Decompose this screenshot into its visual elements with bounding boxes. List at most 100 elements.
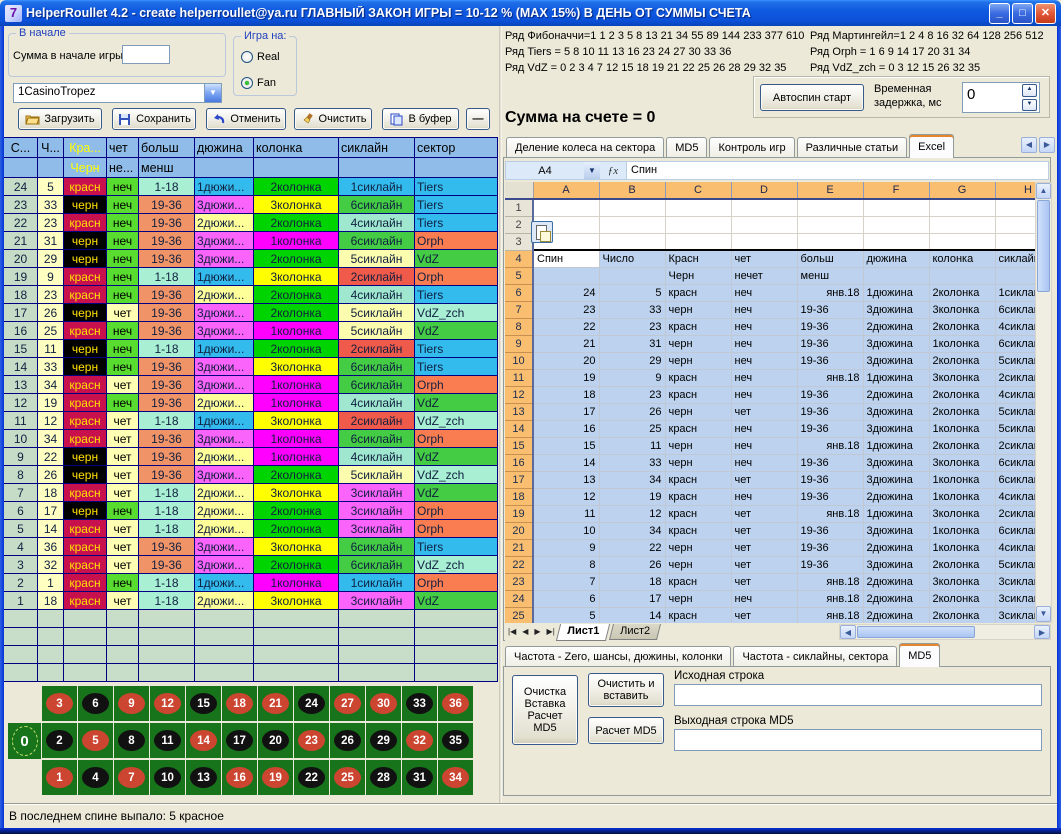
excel-cell[interactable]: красн [665, 522, 731, 539]
excel-cell[interactable]: 5сиклайн [995, 352, 1035, 369]
excel-cell[interactable]: 3сиклайн [995, 573, 1035, 590]
excel-cell[interactable]: 2сиклайн [995, 369, 1035, 386]
excel-cell[interactable]: 34 [599, 471, 665, 488]
maximize-button[interactable]: □ [1012, 3, 1033, 24]
row-header-15[interactable]: 15 [505, 437, 533, 454]
excel-cell[interactable]: 23 [599, 318, 665, 335]
sheet-tab-лист2[interactable]: Лист2 [609, 624, 661, 640]
excel-cell[interactable]: 19 [599, 488, 665, 505]
excel-cell[interactable]: 2колонка [929, 352, 995, 369]
roulette-number-15[interactable]: 15 [190, 693, 217, 714]
excel-cell[interactable]: красн [665, 471, 731, 488]
excel-cell[interactable]: 3дюжина [863, 471, 929, 488]
excel-cell[interactable]: чет [731, 403, 797, 420]
загрузить-button[interactable]: Загрузить [18, 108, 102, 130]
excel-cell[interactable]: неч [731, 301, 797, 318]
excel-cell[interactable]: Черн [665, 267, 731, 284]
vscroll-thumb[interactable] [1037, 200, 1050, 292]
excel-cell[interactable]: 19-36 [797, 556, 863, 573]
excel-cell[interactable]: черн [665, 539, 731, 556]
excel-cell[interactable]: 19-36 [797, 335, 863, 352]
excel-cell[interactable]: 2колонка [929, 318, 995, 335]
excel-cell[interactable]: красн [665, 420, 731, 437]
roulette-cell[interactable]: 26 [330, 723, 365, 758]
excel-cell[interactable]: 19-36 [797, 454, 863, 471]
excel-cell[interactable] [929, 216, 995, 233]
excel-cell[interactable]: 19-36 [797, 403, 863, 420]
excel-cell[interactable] [995, 267, 1035, 284]
row-header-16[interactable]: 16 [505, 454, 533, 471]
excel-cell[interactable]: 3колонка [929, 573, 995, 590]
spreadsheet-hscrollbar[interactable]: ◀ ▶ [839, 624, 1051, 640]
excel-cell[interactable]: чет [731, 250, 797, 267]
row-header-25[interactable]: 25 [505, 607, 533, 623]
excel-cell[interactable]: 6сиклайн [995, 301, 1035, 318]
excel-cell[interactable]: неч [731, 318, 797, 335]
roulette-number-33[interactable]: 33 [406, 693, 433, 714]
radio-fan-icon[interactable] [241, 77, 253, 89]
excel-cell[interactable]: неч [731, 369, 797, 386]
excel-cell[interactable]: 19-36 [797, 420, 863, 437]
excel-cell[interactable]: 10 [533, 522, 599, 539]
roulette-number-4[interactable]: 4 [82, 767, 109, 788]
radio-real-icon[interactable] [241, 51, 253, 63]
roulette-cell[interactable]: 22 [294, 760, 329, 795]
roulette-number-21[interactable]: 21 [262, 693, 289, 714]
excel-cell[interactable]: 2дюжина [863, 488, 929, 505]
excel-cell[interactable]: 22 [599, 539, 665, 556]
excel-cell[interactable]: 20 [533, 352, 599, 369]
roulette-number-25[interactable]: 25 [334, 767, 361, 788]
excel-cell[interactable]: 3дюжина [863, 556, 929, 573]
excel-cell[interactable]: 6сиклайн [995, 471, 1035, 488]
roulette-number-9[interactable]: 9 [118, 693, 145, 714]
roulette-cell[interactable]: 6 [78, 686, 113, 721]
excel-cell[interactable] [599, 199, 665, 216]
excel-cell[interactable]: 3колонка [929, 369, 995, 386]
tab-scroll-right-icon[interactable]: ▶ [1039, 137, 1055, 153]
excel-cell[interactable]: 3дюжина [863, 420, 929, 437]
roulette-cell[interactable]: 31 [402, 760, 437, 795]
excel-cell[interactable]: черн [665, 556, 731, 573]
row-header-22[interactable]: 22 [505, 556, 533, 573]
excel-cell[interactable]: 18 [533, 386, 599, 403]
excel-cell[interactable]: 22 [533, 318, 599, 335]
excel-cell[interactable]: 2сиклайн [995, 437, 1035, 454]
row-header-18[interactable]: 18 [505, 488, 533, 505]
excel-cell[interactable]: Число [599, 250, 665, 267]
excel-cell[interactable]: 1колонка [929, 335, 995, 352]
excel-cell[interactable] [599, 233, 665, 250]
excel-cell[interactable]: чет [731, 505, 797, 522]
excel-cell[interactable]: чет [731, 556, 797, 573]
excel-cell[interactable]: больш [797, 250, 863, 267]
row-header-17[interactable]: 17 [505, 471, 533, 488]
excel-cell[interactable]: 2колонка [929, 607, 995, 623]
name-box-dropdown-icon[interactable]: ▼ [584, 162, 600, 179]
freq-tab-2[interactable]: MD5 [899, 643, 940, 667]
excel-cell[interactable] [863, 199, 929, 216]
excel-cell[interactable]: красн [665, 284, 731, 301]
formula-value[interactable]: Спин [626, 162, 1048, 179]
excel-cell[interactable]: красн [665, 607, 731, 623]
excel-cell[interactable] [929, 199, 995, 216]
roulette-number-5[interactable]: 5 [82, 730, 109, 751]
excel-cell[interactable]: 5сиклайн [995, 420, 1035, 437]
excel-cell[interactable]: 3дюжина [863, 454, 929, 471]
roulette-number-1[interactable]: 1 [46, 767, 73, 788]
excel-cell[interactable]: 15 [533, 437, 599, 454]
в буфер-button[interactable]: В буфер [382, 108, 459, 130]
excel-cell[interactable]: 26 [599, 403, 665, 420]
excel-cell[interactable]: Спин [533, 250, 599, 267]
delay-spinner[interactable]: 0 ▲ ▼ [962, 82, 1040, 113]
roulette-number-14[interactable]: 14 [190, 730, 217, 751]
excel-cell[interactable]: 6сиклайн [995, 522, 1035, 539]
roulette-cell[interactable]: 33 [402, 686, 437, 721]
column-header-C[interactable]: C [665, 182, 731, 199]
row-header-3[interactable]: 3 [505, 233, 533, 250]
column-header-G[interactable]: G [929, 182, 995, 199]
roulette-cell[interactable]: 34 [438, 760, 473, 795]
excel-cell[interactable] [995, 216, 1035, 233]
excel-cell[interactable]: 3сиклайн [995, 590, 1035, 607]
column-header-B[interactable]: B [599, 182, 665, 199]
excel-cell[interactable]: янв.18 [797, 590, 863, 607]
roulette-number-35[interactable]: 35 [442, 730, 469, 751]
